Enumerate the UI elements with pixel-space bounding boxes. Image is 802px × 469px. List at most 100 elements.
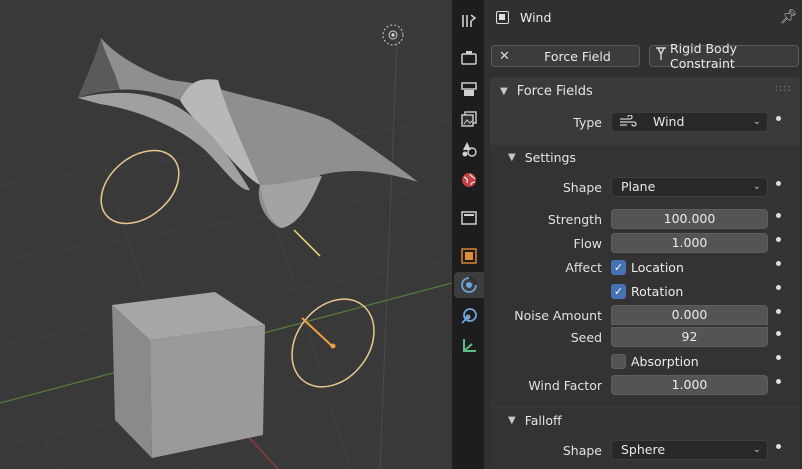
object-data-tab-icon — [463, 339, 476, 352]
tab-view-layer[interactable] — [455, 106, 483, 132]
world-tab-icon — [462, 173, 476, 187]
tool-tab-icon — [462, 14, 477, 27]
force-fields-panel-header[interactable]: ▼ Force Fields :::: — [490, 77, 800, 105]
drag-handle-icon[interactable]: :::: — [775, 83, 792, 94]
chevron-down-icon: ▼ — [500, 85, 508, 97]
tab-output[interactable] — [455, 76, 483, 102]
keyframe-dot-icon[interactable] — [776, 379, 781, 384]
properties-editor: Wind 📌︎ ✕ Force Field Rigid Body Constra… — [484, 0, 802, 469]
rigid-body-constraint-label: Rigid Body Constraint — [670, 41, 738, 71]
constraint-icon — [655, 47, 667, 65]
shape-row: Shape Plane ⌄ — [484, 176, 802, 198]
keyframe-dot-icon[interactable] — [776, 237, 781, 242]
chevron-down-icon: ▼ — [508, 414, 516, 426]
force-fields-title: Force Fields — [516, 83, 593, 99]
physics-tab-icon — [461, 276, 478, 293]
keyframe-dot-icon[interactable] — [776, 444, 781, 449]
absorption-checkbox[interactable] — [611, 354, 626, 369]
flow-row: Flow 1.000 — [484, 232, 802, 254]
absorption-row: Absorption — [484, 350, 802, 372]
type-dropdown[interactable]: Wind ⌄ — [611, 112, 768, 132]
tab-scene[interactable] — [455, 136, 483, 162]
keyframe-dot-icon[interactable] — [776, 331, 781, 336]
chevron-down-icon: ⌄ — [752, 444, 761, 455]
object-square-icon — [496, 11, 509, 24]
rotation-checkbox[interactable]: ✓ — [611, 284, 626, 299]
shape-dropdown[interactable]: Plane ⌄ — [611, 177, 768, 197]
wind-factor-label: Wind Factor — [528, 378, 602, 393]
wind-empty-ring — [100, 149, 180, 225]
keyframe-dot-icon[interactable] — [776, 116, 781, 121]
strength-field[interactable]: 100.000 — [611, 209, 768, 229]
tab-object-constraint[interactable] — [455, 303, 483, 329]
properties-tab-strip — [452, 0, 484, 469]
shape-value: Plane — [621, 179, 656, 194]
keyframe-dot-icon[interactable] — [776, 261, 781, 266]
settings-header[interactable]: ▼ Settings — [490, 145, 800, 169]
keyframe-dot-icon[interactable] — [776, 181, 781, 186]
force-field-button[interactable]: ✕ Force Field — [491, 45, 640, 67]
tab-object[interactable] — [455, 243, 483, 269]
render-tab-icon — [461, 51, 477, 65]
type-label: Type — [573, 115, 602, 130]
seed-field[interactable]: 92 — [611, 327, 768, 347]
location-label[interactable]: Location — [631, 260, 684, 275]
noise-amount-field[interactable]: 0.000 — [611, 305, 768, 325]
tab-object-data[interactable] — [455, 333, 483, 359]
falloff-shape-dropdown[interactable]: Sphere ⌄ — [611, 440, 768, 460]
noise-amount-row: Noise Amount 0.000 — [484, 304, 802, 326]
wind-factor-field[interactable]: 1.000 — [611, 375, 768, 395]
collection-tab-icon — [461, 211, 477, 225]
wind-empty-ring-selected — [291, 298, 375, 388]
object-name: Wind — [520, 10, 552, 25]
noise-amount-label: Noise Amount — [514, 308, 602, 323]
object-constraint-tab-icon — [461, 308, 477, 324]
keyframe-dot-icon[interactable] — [776, 285, 781, 290]
rigid-body-constraint-button[interactable]: Rigid Body Constraint — [649, 41, 799, 71]
shape-label: Shape — [562, 180, 602, 195]
affect-location-row: Affect ✓ Location — [484, 256, 802, 278]
chevron-down-icon: ▼ — [508, 151, 516, 163]
force-field-label: Force Field — [544, 48, 611, 64]
falloff-title: Falloff — [524, 412, 562, 428]
keyframe-dot-icon[interactable] — [776, 213, 781, 218]
falloff-shape-row: Shape Sphere ⌄ — [484, 439, 802, 461]
rotation-label[interactable]: Rotation — [631, 284, 683, 299]
chevron-down-icon: ⌄ — [752, 181, 761, 192]
3d-viewport[interactable] — [0, 0, 452, 469]
light-icon — [382, 24, 404, 46]
tab-tool[interactable] — [455, 8, 483, 34]
location-checkbox[interactable]: ✓ — [611, 260, 626, 275]
tab-physics[interactable] — [454, 272, 484, 298]
affect-label: Affect — [565, 260, 602, 275]
falloff-header[interactable]: ▼ Falloff — [490, 408, 800, 432]
wind-icon — [619, 114, 637, 134]
strength-row: Strength 100.000 — [484, 208, 802, 230]
absorption-label[interactable]: Absorption — [631, 354, 699, 369]
strength-label: Strength — [547, 212, 602, 227]
seed-label: Seed — [570, 330, 602, 345]
cube-mesh — [112, 292, 265, 458]
keyframe-dot-icon[interactable] — [776, 309, 781, 314]
wind-factor-row: Wind Factor 1.000 — [484, 374, 802, 396]
viewport-scene — [0, 24, 452, 469]
seed-row: Seed 92 — [484, 326, 802, 348]
settings-title: Settings — [524, 149, 576, 165]
chevron-down-icon: ⌄ — [752, 116, 761, 127]
close-icon[interactable]: ✕ — [499, 49, 510, 64]
tab-render[interactable] — [455, 45, 483, 71]
output-tab-icon — [461, 82, 477, 96]
pin-icon[interactable]: 📌︎ — [780, 9, 798, 25]
type-value: Wind — [653, 114, 685, 129]
flow-label: Flow — [573, 236, 602, 251]
type-row: Type Wind ⌄ — [484, 111, 802, 133]
flow-field[interactable]: 1.000 — [611, 233, 768, 253]
view-layer-tab-icon — [461, 111, 477, 127]
falloff-shape-label: Shape — [562, 443, 602, 458]
tab-world[interactable] — [455, 167, 483, 193]
properties-header: Wind 📌︎ — [484, 0, 802, 36]
object-tab-icon — [461, 248, 477, 264]
falloff-shape-value: Sphere — [621, 442, 666, 457]
keyframe-dot-icon[interactable] — [776, 355, 781, 360]
tab-collection[interactable] — [455, 205, 483, 231]
